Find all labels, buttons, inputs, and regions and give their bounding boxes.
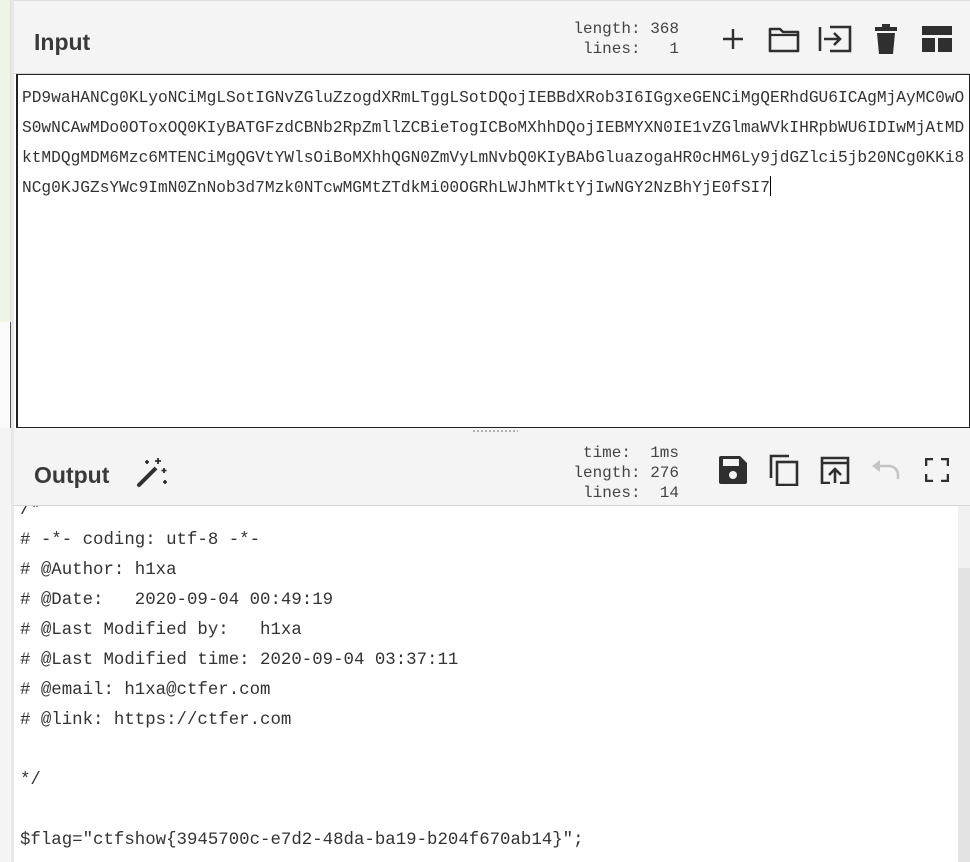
output-length-label: length: [573, 464, 641, 482]
undo-icon [872, 460, 900, 479]
input-header: Input length: 368 lines: 1 [14, 0, 970, 74]
open-folder-button[interactable] [767, 22, 801, 56]
load-input-icon [818, 25, 852, 53]
output-line: # @link: https://ctfer.com [20, 711, 292, 730]
magic-button[interactable] [135, 455, 169, 489]
load-input-button[interactable] [818, 22, 852, 56]
save-output-button[interactable] [716, 453, 750, 487]
clear-input-button[interactable] [869, 22, 903, 56]
magic-wand-icon [137, 458, 167, 487]
left-panel-edge [0, 0, 14, 862]
copy-icon [769, 454, 799, 486]
input-stats: length: 368 lines: 1 [565, 19, 679, 59]
input-textarea[interactable]: PD9waHANCg0KLyoNCiMgLSotIGNvZGluZzogdXRm… [16, 74, 970, 428]
undo-button [869, 453, 903, 487]
output-time-value: 1ms [650, 444, 679, 462]
output-line: # @Last Modified by: h1xa [20, 621, 302, 640]
output-length-value: 276 [650, 464, 679, 482]
output-lines-value: 14 [659, 484, 679, 502]
output-line: # @Last Modified time: 2020-09-04 03:37:… [20, 651, 459, 670]
add-icon [723, 29, 743, 49]
output-scrollbar[interactable] [958, 506, 970, 862]
maximise-output-button[interactable] [920, 453, 954, 487]
input-length-label: length: [573, 20, 641, 38]
input-panel: Input length: 368 lines: 1 PD9waHANCg0KL… [14, 0, 970, 430]
trash-icon [875, 24, 897, 54]
replace-input-button[interactable] [818, 453, 852, 487]
input-length-value: 368 [650, 20, 679, 38]
recipe-panel-edge [0, 322, 11, 428]
output-line: */ [20, 771, 41, 790]
output-header: Output time: 1ms length: 276 lines: 14 [14, 436, 970, 506]
resize-grip-dots [472, 429, 518, 433]
add-input-button[interactable] [716, 22, 750, 56]
output-stats: time: 1ms length: 276 lines: 14 [563, 443, 679, 503]
open-folder-icon [768, 27, 800, 53]
input-title: Input [34, 29, 91, 55]
output-panel: Output time: 1ms length: 276 lines: 14 /… [14, 436, 970, 862]
input-text: PD9waHANCg0KLyoNCiMgLSotIGNvZGluZzogdXRm… [22, 89, 965, 197]
output-line: # -*- coding: utf-8 -*- [20, 531, 261, 550]
fullscreen-icon [925, 458, 949, 482]
output-line: # @email: h1xa@ctfer.com [20, 681, 271, 700]
output-line: # @Author: h1xa [20, 561, 177, 580]
replace-input-icon [820, 456, 850, 484]
input-lines-value: 1 [669, 40, 679, 58]
reset-layout-button[interactable] [920, 22, 954, 56]
output-line: # @Date: 2020-09-04 00:49:19 [20, 591, 334, 610]
output-line: /* [20, 506, 41, 520]
output-title: Output [34, 462, 110, 488]
text-cursor [769, 176, 771, 196]
input-lines-label: lines: [582, 40, 641, 58]
output-text-area[interactable]: /* # -*- coding: utf-8 -*- # @Author: h1… [14, 506, 958, 862]
operations-panel-edge [0, 0, 11, 322]
layout-icon [922, 26, 952, 52]
output-time-label: time: [582, 444, 631, 462]
scrollbar-thumb[interactable] [958, 568, 970, 862]
copy-output-button[interactable] [767, 453, 801, 487]
save-icon [719, 456, 747, 484]
output-lines-label: lines: [582, 484, 641, 502]
output-line: $flag="ctfshow{3945700c-e7d2-48da-ba19-b… [20, 831, 584, 850]
